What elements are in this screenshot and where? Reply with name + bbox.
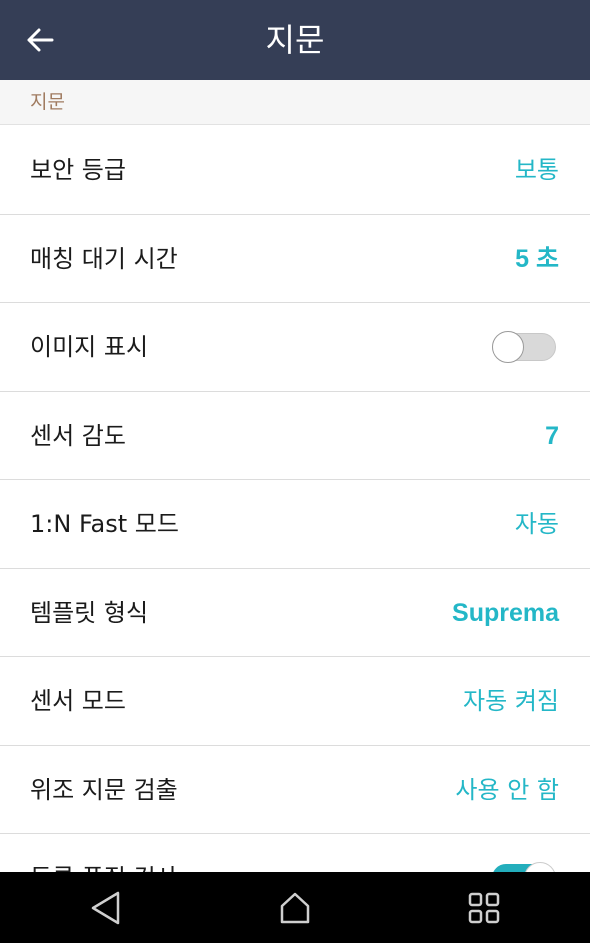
setting-quality-check[interactable]: 등록 품질 검사 [0, 834, 590, 872]
nav-recents-icon [468, 892, 500, 924]
section-title: 지문 [30, 91, 65, 113]
toggle-knob [492, 331, 524, 363]
setting-label: 보안 등급 [30, 156, 126, 184]
quality-check-toggle[interactable] [492, 862, 556, 872]
setting-value: 자동 켜짐 [463, 687, 559, 715]
setting-label: 센서 모드 [30, 687, 126, 715]
nav-back-button[interactable] [84, 886, 128, 930]
setting-sensor-mode[interactable]: 센서 모드 자동 켜짐 [0, 657, 590, 746]
setting-fast-mode[interactable]: 1:N Fast 모드 자동 [0, 480, 590, 569]
setting-matching-timeout[interactable]: 매칭 대기 시간 5 초 [0, 215, 590, 303]
setting-label: 매칭 대기 시간 [30, 244, 178, 273]
system-nav-bar [0, 872, 590, 943]
setting-value: 자동 [514, 510, 559, 538]
setting-label: 위조 지문 검출 [30, 775, 178, 804]
settings-list: 보안 등급 보통 매칭 대기 시간 5 초 이미지 표시 센서 감도 7 1:N… [0, 126, 590, 872]
setting-label: 센서 감도 [30, 421, 126, 450]
page-title: 지문 [265, 21, 325, 59]
setting-security-level[interactable]: 보안 등급 보통 [0, 126, 590, 215]
nav-home-button[interactable] [273, 886, 317, 930]
setting-value: Suprema [452, 598, 559, 627]
setting-value: 사용 안 함 [455, 775, 559, 804]
app-bar: 지문 [0, 0, 590, 80]
setting-value: 5 초 [515, 244, 559, 273]
nav-back-icon [91, 891, 120, 925]
setting-label: 등록 품질 검사 [30, 834, 178, 872]
nav-recents-button[interactable] [462, 886, 506, 930]
setting-label: 이미지 표시 [30, 333, 149, 361]
setting-label: 1:N Fast 모드 [30, 510, 179, 538]
setting-value: 7 [545, 421, 559, 450]
setting-value: 보통 [514, 156, 559, 184]
show-image-toggle[interactable] [492, 331, 556, 363]
setting-template-format[interactable]: 템플릿 형식 Suprema [0, 569, 590, 657]
setting-show-image[interactable]: 이미지 표시 [0, 303, 590, 392]
nav-home-icon [280, 892, 310, 924]
section-header: 지문 [0, 80, 590, 125]
setting-fake-detection[interactable]: 위조 지문 검출 사용 안 함 [0, 746, 590, 834]
setting-sensor-sensitivity[interactable]: 센서 감도 7 [0, 392, 590, 480]
setting-label: 템플릿 형식 [30, 598, 149, 627]
